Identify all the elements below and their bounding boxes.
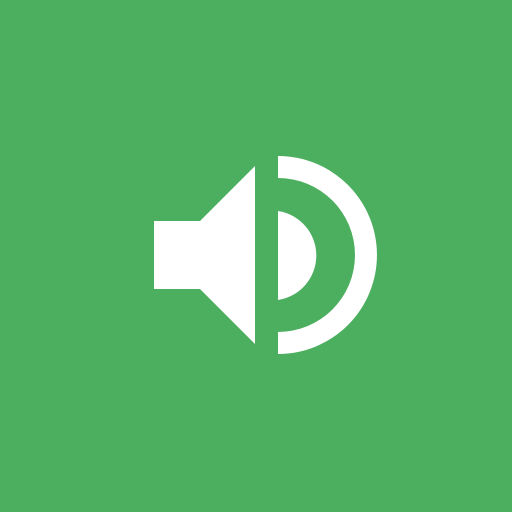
- speaker-box-shape: [154, 221, 200, 289]
- app-icon-background: [0, 0, 512, 512]
- background-fill: [0, 0, 512, 512]
- speaker-volume-icon: [0, 0, 512, 512]
